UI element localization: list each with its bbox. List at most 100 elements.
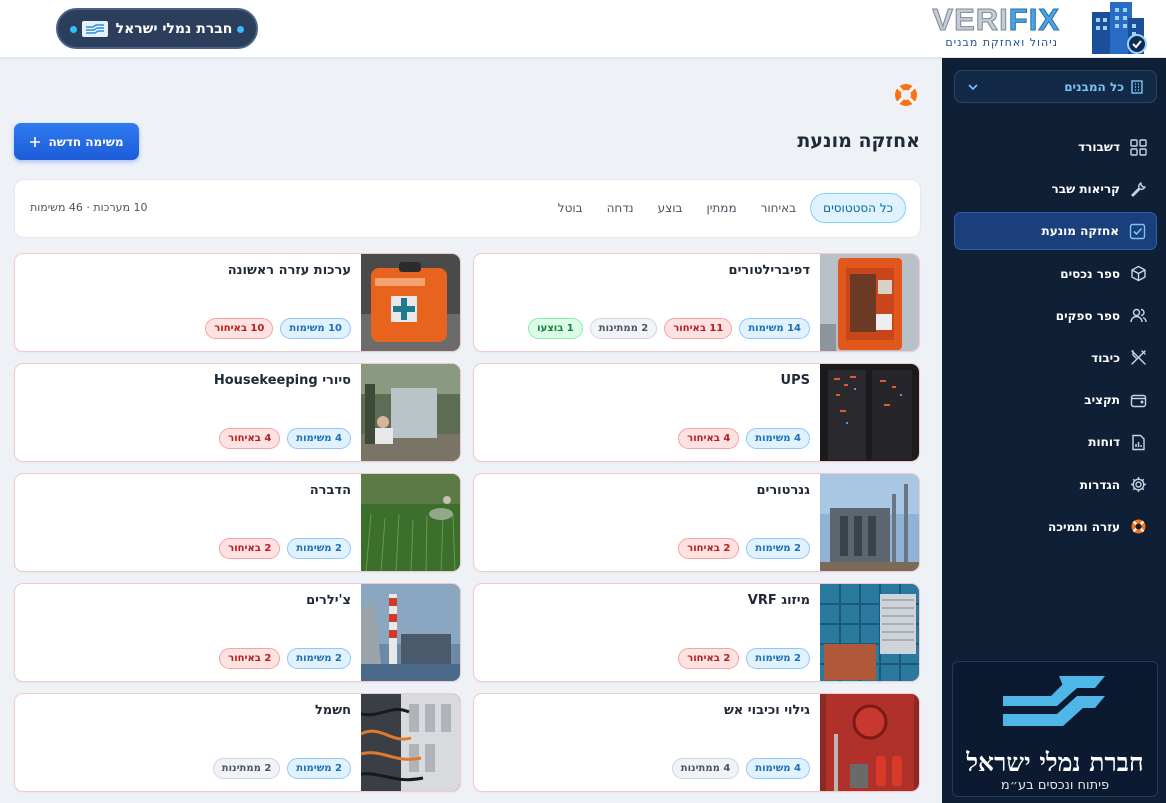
sidebar-item-budget[interactable]: תקציב [954, 381, 1157, 419]
sidebar-item-catering[interactable]: כיבוד [954, 339, 1157, 377]
indicator-dot [237, 26, 244, 33]
defibrillator-image [820, 254, 919, 351]
overdue-badge: 10 באיחור [205, 318, 274, 339]
building-select[interactable]: כל המבנים [954, 70, 1157, 103]
card-badges: 2 משימות 2 באיחור [678, 648, 810, 669]
card-title: ערכות עזרה ראשונה [227, 263, 351, 278]
top-bar: חברת נמלי ישראל VERIFIX ניהול ואחזקת מבנ… [0, 0, 1166, 58]
card-title: דפיברילטורים [728, 263, 810, 278]
sidebar-item-label: דשבורד [1078, 140, 1120, 154]
card-badges: 2 משימות 2 ממתינות [212, 758, 351, 779]
lifebuoy-icon [895, 84, 917, 106]
sidebar-item-settings[interactable]: הגדרות [954, 466, 1157, 504]
tasks-badge: 2 משימות [287, 758, 351, 779]
report-icon [1132, 434, 1145, 451]
wallet-icon [1130, 394, 1147, 407]
sidebar-item-suppliers[interactable]: ספר ספקים [954, 297, 1157, 335]
sidebar-item-label: ספר ספקים [1055, 308, 1120, 323]
sidebar: כל המבנים דשבורד קריאות שבר אחזקה מונעת … [942, 58, 1166, 803]
company-logo-icon [1003, 676, 1105, 726]
filter-cancelled[interactable]: בוטל [548, 193, 593, 223]
tasks-badge: 10 משימות [280, 318, 351, 339]
filter-bar: כל הסטטוסים באיחור ממתין בוצע נדחה בוטל … [14, 179, 921, 238]
plus-icon [30, 136, 41, 147]
system-card[interactable]: צ'ילרים 2 משימות 2 באיחור [14, 583, 461, 682]
card-title: מיזוג VRF [747, 593, 810, 608]
filter-rejected[interactable]: נדחה [597, 193, 644, 223]
fire-suppression-image [820, 694, 919, 791]
system-card[interactable]: דפיברילטורים 14 משימות 11 באיחור 2 ממתינ… [473, 253, 920, 352]
sidebar-item-preventive-maintenance[interactable]: אחזקה מונעת [954, 212, 1157, 251]
card-badges: 4 משימות 4 באיחור [678, 428, 810, 449]
gear-icon [1131, 477, 1146, 492]
system-card[interactable]: מיזוג VRF 2 משימות 2 באיחור [473, 583, 920, 682]
tasks-badge: 4 משימות [746, 428, 810, 449]
done-badge: 1 בוצעו [528, 318, 583, 339]
system-card[interactable]: סיורי Housekeeping 4 משימות 4 באיחור [14, 363, 461, 462]
card-badges: 4 משימות 4 באיחור [219, 428, 351, 449]
indicator-dot [70, 26, 77, 33]
card-title: גילוי וכיבוי אש [723, 703, 810, 718]
sidebar-item-help[interactable]: עזרה ותמיכה [954, 508, 1157, 546]
sidebar-item-label: קריאות שבר [1051, 182, 1120, 197]
tasks-badge: 2 משימות [746, 538, 810, 559]
logo-wordmark: VERIFIX [932, 2, 1060, 38]
company-name: חברת נמלי ישראל [115, 20, 233, 37]
tasks-badge: 2 משימות [287, 648, 351, 669]
chiller-image [361, 584, 460, 681]
building-logo-icon [1092, 2, 1147, 54]
utensils-icon [1131, 350, 1146, 366]
system-card[interactable]: ערכות עזרה ראשונה 10 משימות 10 באיחור [14, 253, 461, 352]
new-task-button[interactable]: משימה חדשה [14, 123, 139, 160]
app-logo[interactable]: VERIFIX ניהול ואחזקת מבנים [892, 0, 1150, 58]
first-aid-kit-image [361, 254, 460, 351]
sidebar-item-label: דוחות [1088, 435, 1120, 450]
system-card[interactable]: הדברה 2 משימות 2 באיחור [14, 473, 461, 572]
card-title: UPS [780, 373, 810, 388]
overdue-badge: 4 באיחור [678, 428, 740, 449]
system-card[interactable]: גנרטורים 2 משימות 2 באיחור [473, 473, 920, 572]
filter-done[interactable]: בוצע [648, 193, 693, 223]
vrf-ac-image [820, 584, 919, 681]
sidebar-item-label: תקציב [1084, 393, 1120, 408]
sidebar-item-breakdown-calls[interactable]: קריאות שבר [954, 170, 1157, 208]
building-select-label: כל המבנים [1064, 79, 1124, 94]
users-icon [1130, 309, 1147, 323]
sidebar-item-label: ספר נכסים [1060, 266, 1120, 281]
tasks-badge: 4 משימות [746, 758, 810, 779]
tasks-badge: 4 משימות [287, 428, 351, 449]
page-title: אחזקה מונעת [797, 130, 920, 152]
system-card[interactable]: גילוי וכיבוי אש 4 משימות 4 ממתינות [473, 693, 920, 792]
filter-pending[interactable]: ממתין [696, 193, 746, 223]
filter-overdue[interactable]: באיחור [751, 193, 807, 223]
status-filter-tabs: כל הסטטוסים באיחור ממתין בוצע נדחה בוטל [548, 193, 906, 223]
company-selector[interactable]: חברת נמלי ישראל [56, 8, 258, 49]
checkbox-icon [1129, 223, 1146, 240]
overdue-badge: 2 באיחור [678, 538, 740, 559]
card-title: סיורי Housekeeping [213, 373, 351, 388]
overdue-badge: 2 באיחור [219, 648, 281, 669]
sidebar-item-reports[interactable]: דוחות [954, 423, 1157, 461]
help-button[interactable] [893, 82, 919, 108]
sidebar-item-dashboard[interactable]: דשבורד [954, 128, 1157, 166]
logo-subtitle: ניהול ואחזקת מבנים [945, 36, 1058, 49]
system-card[interactable]: חשמל 2 משימות 2 ממתינות [14, 693, 461, 792]
sidebar-item-assets[interactable]: ספר נכסים [954, 255, 1157, 293]
tasks-badge: 14 משימות [739, 318, 810, 339]
sidebar-item-label: עזרה ותמיכה [1047, 519, 1120, 534]
pending-badge: 2 ממתינות [589, 318, 658, 339]
sidebar-item-label: אחזקה מונעת [1041, 224, 1119, 239]
card-badges: 2 משימות 2 באיחור [219, 538, 351, 559]
overdue-badge: 2 באיחור [678, 648, 740, 669]
filter-all-statuses[interactable]: כל הסטטוסים [810, 193, 906, 223]
lifebuoy-icon [1131, 519, 1146, 534]
card-title: חשמל [314, 703, 351, 718]
tasks-badge: 2 משימות [746, 648, 810, 669]
overdue-badge: 4 באיחור [219, 428, 281, 449]
system-card[interactable]: UPS 4 משימות 4 באיחור [473, 363, 920, 462]
pending-badge: 2 ממתינות [212, 758, 281, 779]
card-badges: 2 משימות 2 באיחור [219, 648, 351, 669]
sidebar-nav: דשבורד קריאות שבר אחזקה מונעת ספר נכסים … [954, 128, 1157, 550]
wrench-icon [1131, 181, 1146, 197]
sidebar-item-label: הגדרות [1079, 477, 1120, 492]
